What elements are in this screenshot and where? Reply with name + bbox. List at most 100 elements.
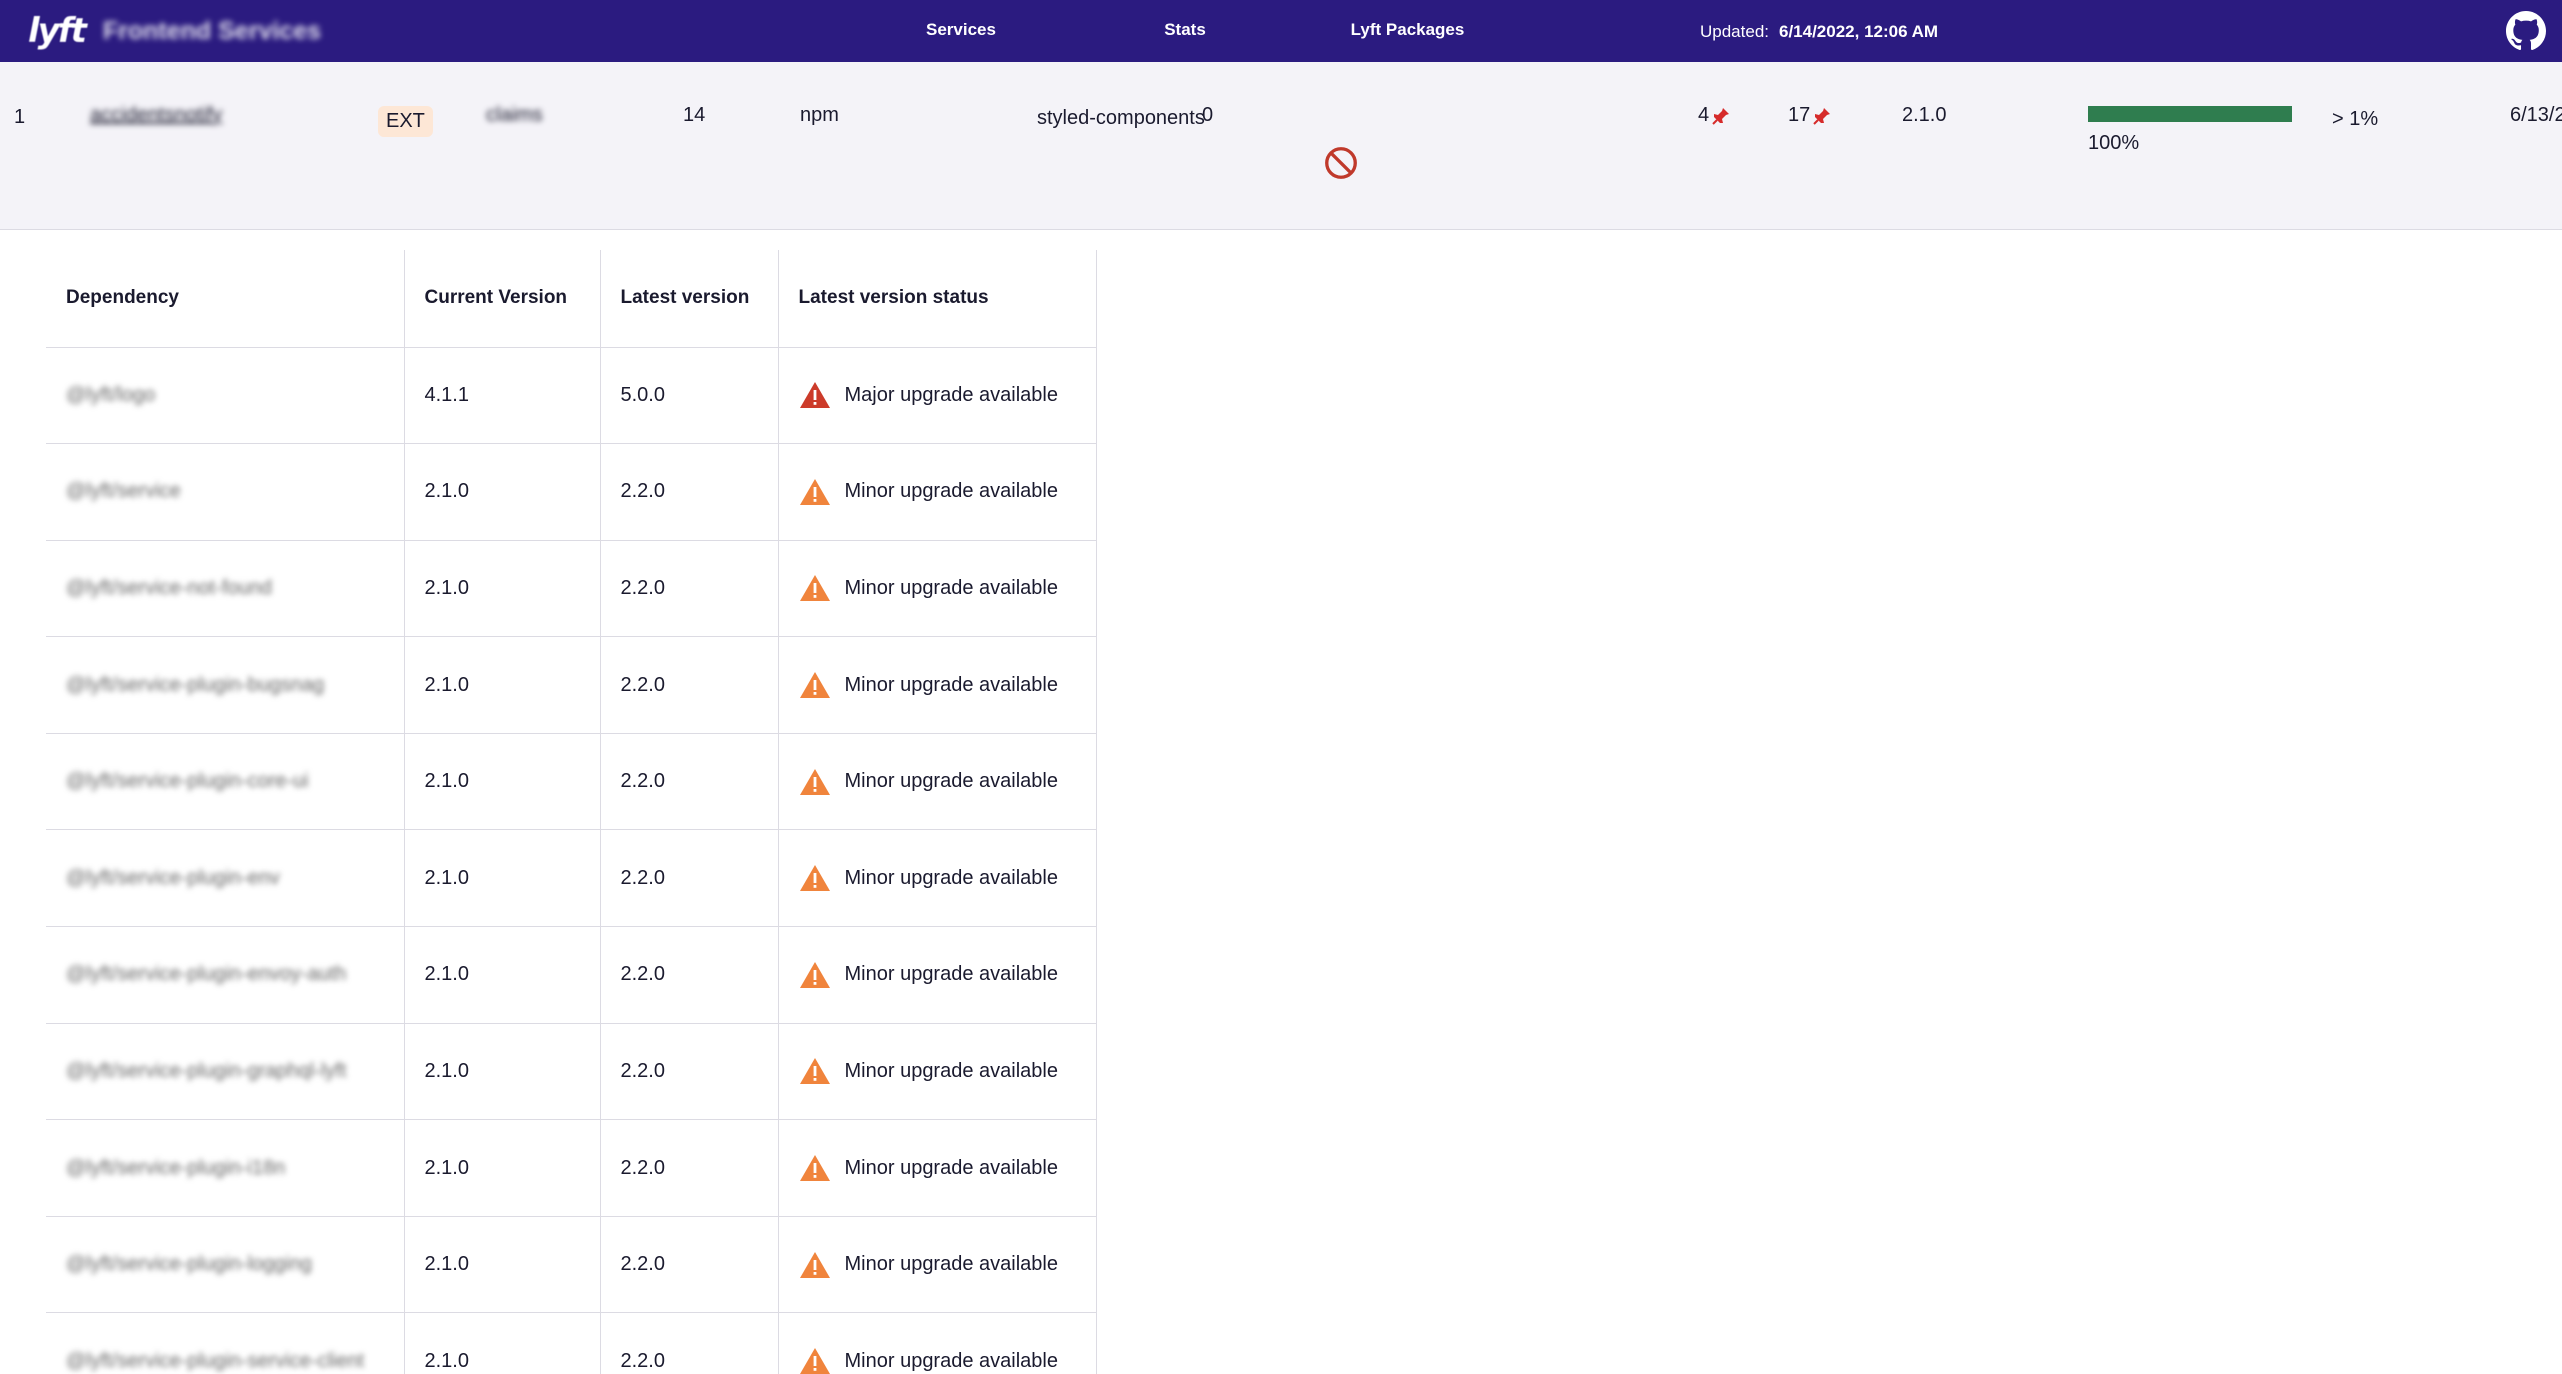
table-row[interactable]: @lyft/service-plugin-logging 2.1.0 2.2.0 Mi…: [46, 1216, 1097, 1314]
forbidden-icon: [1325, 147, 1357, 179]
warning-icon: [799, 768, 830, 795]
dependency-cell: @lyft/logo: [46, 347, 405, 445]
table-row[interactable]: @lyft/service-not-found 2.1.0 2.2.0 Minor u…: [46, 540, 1097, 638]
package-manager: npm: [800, 104, 839, 126]
updated-label: Updated:: [1700, 22, 1769, 41]
last-updated-date: 6/13/2: [2510, 104, 2562, 126]
dependency-cell: @lyft/service-plugin-envoy-auth: [46, 926, 405, 1024]
lyft-logo: lyft: [28, 11, 87, 51]
dependency-count: 14: [683, 104, 706, 126]
latest-version-cell: 2.2.0: [600, 1119, 779, 1217]
latest-version-cell: 2.2.0: [600, 829, 779, 928]
warning-icon: [799, 961, 830, 988]
tab-services[interactable]: Services: [850, 0, 1072, 62]
current-version-cell: 4.1.1: [404, 347, 601, 445]
dependency-name: @lyft/service-plugin-service-client: [66, 1349, 365, 1372]
pinned-count-b: 17: [1788, 104, 1832, 127]
table-row[interactable]: @lyft/service-plugin-graphql-lyft 2.1.0 2.…: [46, 1023, 1097, 1121]
status-cell: Major upgrade available: [778, 347, 1097, 445]
service-name-link[interactable]: accidentsnotify: [90, 104, 222, 127]
status-text: Minor upgrade available: [844, 576, 1058, 599]
dependency-cell: @lyft/service-plugin-bugsnag: [46, 636, 405, 734]
top-navbar: lyft Frontend Services Services Stats Ly…: [0, 0, 2562, 62]
current-version-cell: 2.1.0: [404, 1312, 601, 1374]
status-text: Minor upgrade available: [844, 673, 1058, 696]
dependency-cell: @lyft/service-plugin-service-client: [46, 1312, 405, 1374]
dependency-cell: @lyft/service: [46, 443, 405, 541]
dependency-name: @lyft/service-plugin-logging: [66, 1253, 312, 1276]
header-latest-version[interactable]: Latest version: [600, 250, 779, 348]
status-text: Minor upgrade available: [844, 480, 1058, 503]
pin-icon: [1813, 107, 1831, 125]
github-icon[interactable]: [2506, 11, 2546, 51]
dependency-table: Dependency Current Version Latest versio…: [46, 250, 1097, 1374]
updated-value: 6/14/2022, 12:06 AM: [1779, 22, 1939, 41]
warning-icon: [799, 865, 830, 892]
status-text: Minor upgrade available: [844, 1349, 1058, 1372]
latest-version-cell: 2.2.0: [600, 733, 779, 831]
table-header-row: Dependency Current Version Latest versio…: [46, 250, 1097, 348]
latest-version-cell: 2.2.0: [600, 1023, 779, 1121]
styling-framework: styled-components: [1037, 107, 1205, 129]
table-row[interactable]: @lyft/service 2.1.0 2.2.0 Minor upgrade ava…: [46, 443, 1097, 541]
status: Minor upgrade available: [799, 478, 1076, 506]
table-row[interactable]: @lyft/service-plugin-env 2.1.0 2.2.0 Minor …: [46, 829, 1097, 928]
status: Minor upgrade available: [799, 768, 1076, 796]
latest-version-cell: 5.0.0: [600, 347, 779, 445]
progress-label: 100%: [2088, 132, 2140, 154]
status-cell: Minor upgrade available: [778, 1312, 1097, 1374]
current-version-cell: 2.1.0: [404, 636, 601, 734]
status: Minor upgrade available: [799, 671, 1076, 699]
status-cell: Minor upgrade available: [778, 829, 1097, 928]
pinned-count-a-value: 4: [1698, 104, 1710, 126]
latest-version-cell: 2.2.0: [600, 926, 779, 1024]
table-row[interactable]: @lyft/service-plugin-envoy-auth 2.1.0 2.2.…: [46, 926, 1097, 1024]
header-dependency[interactable]: Dependency: [46, 250, 405, 348]
dependency-name: @lyft/service-not-found: [66, 576, 272, 599]
dependency-cell: @lyft/service-plugin-logging: [46, 1216, 405, 1314]
status: Minor upgrade available: [799, 961, 1076, 989]
pinned-count-b-value: 17: [1788, 104, 1811, 126]
warning-icon: [799, 1155, 830, 1182]
ext-badge: EXT: [378, 106, 433, 137]
dependency-name: @lyft/service-plugin-env: [66, 866, 280, 889]
warning-icon: [799, 1251, 830, 1278]
dependency-cell: @lyft/service-plugin-i18n: [46, 1119, 405, 1217]
table-row[interactable]: @lyft/service-plugin-bugsnag 2.1.0 2.2.0 Mi…: [46, 636, 1097, 734]
progress-bar: [2088, 106, 2292, 122]
service-row[interactable]: 1 accidentsnotify EXT claims 14 npm styl…: [0, 62, 2562, 230]
latest-version-cell: 2.2.0: [600, 636, 779, 734]
dependency-name: @lyft/service-plugin-envoy-auth: [66, 963, 347, 986]
header-latest-version-status[interactable]: Latest version status: [778, 250, 1097, 348]
status-text: Minor upgrade available: [844, 866, 1058, 889]
current-version-cell: 2.1.0: [404, 829, 601, 928]
brand[interactable]: lyft Frontend Services: [28, 10, 321, 52]
table-row[interactable]: @lyft/logo 4.1.1 5.0.0 Major upgrade availa…: [46, 347, 1097, 445]
progress-bar-fill: [2088, 106, 2292, 122]
current-version-cell: 2.1.0: [404, 926, 601, 1024]
status-text: Major upgrade available: [844, 383, 1058, 406]
status-text: Minor upgrade available: [844, 1059, 1058, 1082]
updated-timestamp: Updated: 6/14/2022, 12:06 AM: [1700, 0, 1938, 62]
warning-icon: [799, 382, 830, 409]
table-row[interactable]: @lyft/service-plugin-service-client 2.1.0…: [46, 1312, 1097, 1374]
table-row[interactable]: @lyft/service-plugin-core-ui 2.1.0 2.2.0 Mi…: [46, 733, 1097, 831]
status: Minor upgrade available: [799, 1347, 1076, 1374]
status: Minor upgrade available: [799, 864, 1076, 892]
team-name: claims: [486, 104, 543, 126]
status: Major upgrade available: [799, 381, 1076, 409]
header-current-version[interactable]: Current Version: [404, 250, 601, 348]
status-cell: Minor upgrade available: [778, 443, 1097, 541]
current-version-cell: 2.1.0: [404, 733, 601, 831]
dependency-name: @lyft/service-plugin-graphql-lyft: [66, 1059, 347, 1082]
tab-lyft-packages[interactable]: Lyft Packages: [1320, 0, 1495, 62]
warning-icon: [799, 1058, 830, 1085]
status-cell: Minor upgrade available: [778, 636, 1097, 734]
warning-icon: [799, 575, 830, 602]
status-cell: Minor upgrade available: [778, 1119, 1097, 1217]
dependency-cell: @lyft/service-plugin-env: [46, 829, 405, 928]
warning-icon: [799, 672, 830, 699]
latest-version-cell: 2.2.0: [600, 1312, 779, 1374]
tab-stats[interactable]: Stats: [1100, 0, 1270, 62]
table-row[interactable]: @lyft/service-plugin-i18n 2.1.0 2.2.0 Minor…: [46, 1119, 1097, 1217]
